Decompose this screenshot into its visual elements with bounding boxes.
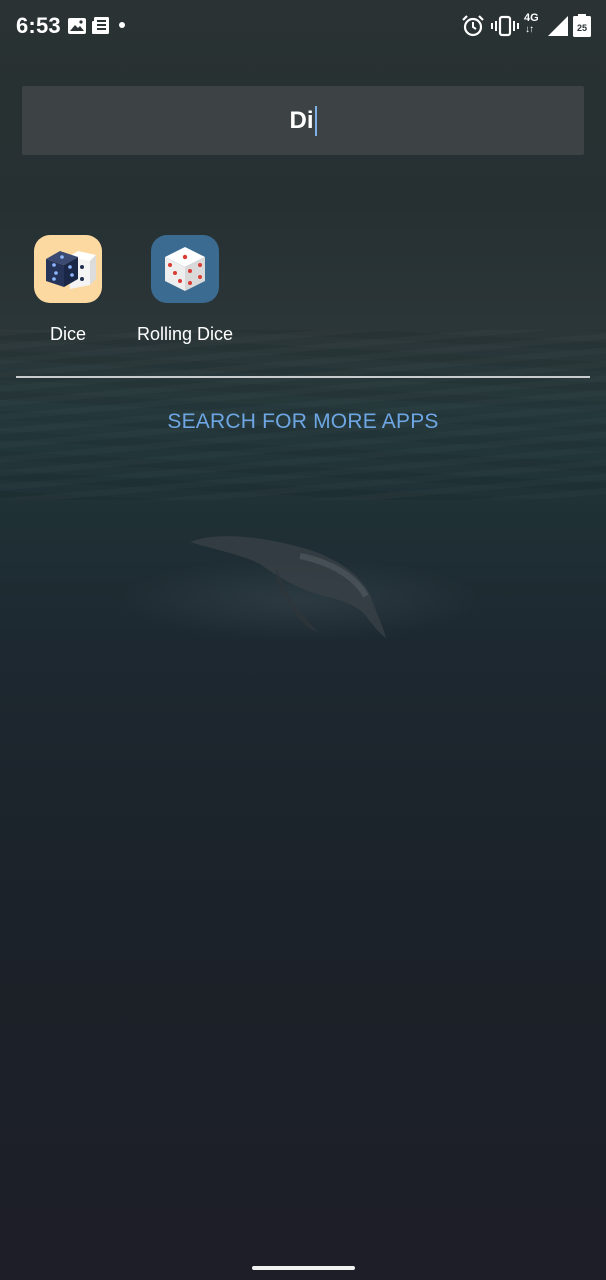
battery-icon: 25 [573,14,591,37]
rolling-dice-app-icon [151,235,219,303]
alarm-icon [462,15,484,37]
status-time: 6:53 [16,13,61,38]
whale-wallpaper-image [190,536,386,638]
app-label: Dice [49,324,86,344]
app-result-dice[interactable]: Dice [3,235,133,355]
text-cursor [314,105,317,136]
status-bar: 6:53 4G ↓↑ 25 [0,0,606,54]
vibrate-icon [491,15,519,37]
app-result-rolling-dice[interactable]: Rolling Dice [120,235,250,355]
battery-level-text: 25 [577,23,587,33]
home-gesture-bar[interactable] [252,1266,355,1270]
app-search-bar[interactable]: Di [22,86,584,155]
search-input-value: Di [289,106,314,134]
search-for-more-apps-link[interactable]: SEARCH FOR MORE APPS [0,410,606,434]
results-divider [16,376,590,378]
search-input[interactable]: Di [22,86,584,155]
dice-app-icon [34,235,102,303]
signal-icon [548,16,568,36]
notification-dot [119,22,125,28]
app-label: Rolling Dice [136,324,234,344]
image-icon [68,18,86,34]
news-icon [92,17,109,34]
network-type-label: 4G [524,12,539,24]
network-activity-arrows: ↓↑ [525,24,534,35]
